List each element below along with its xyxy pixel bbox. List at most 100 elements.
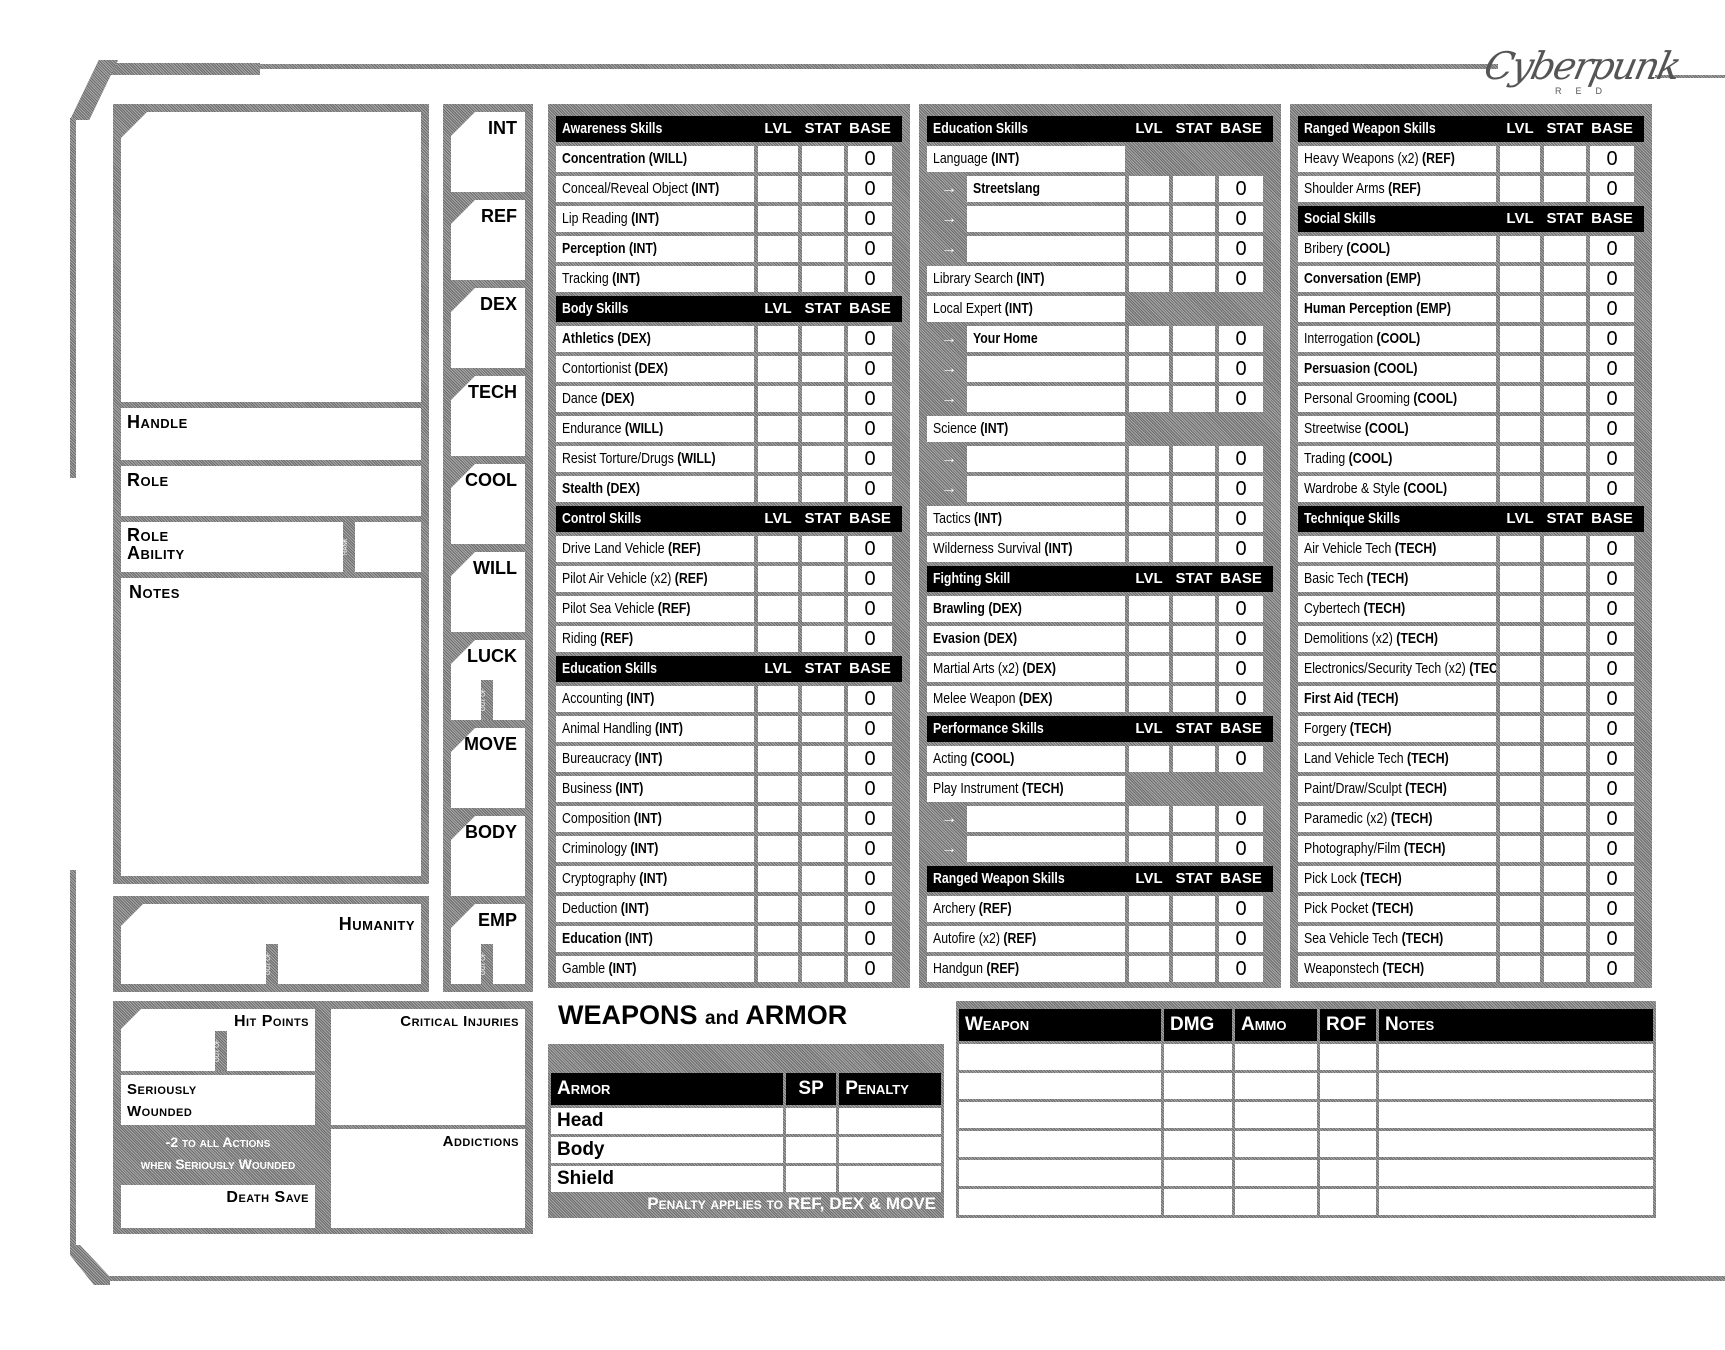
skill-lvl-input[interactable] — [758, 926, 798, 952]
skill-stat-input[interactable] — [1544, 806, 1586, 832]
weapon-notes-input[interactable] — [1379, 1160, 1653, 1186]
skill-stat-input[interactable] — [802, 386, 844, 412]
weapon-ammo-input[interactable] — [1235, 1073, 1317, 1099]
skill-stat-input[interactable] — [1544, 236, 1586, 262]
weapon-rof-input[interactable] — [1320, 1044, 1376, 1070]
stat-box-ref[interactable]: REF — [451, 200, 525, 280]
skill-stat-input[interactable] — [1173, 266, 1215, 292]
weapon-name-input[interactable] — [959, 1189, 1161, 1215]
skill-lvl-input[interactable] — [1500, 566, 1540, 592]
skill-stat-input[interactable] — [802, 866, 844, 892]
weapon-notes-input[interactable] — [1379, 1189, 1653, 1215]
skill-stat-input[interactable] — [1173, 836, 1215, 862]
skill-stat-input[interactable] — [802, 956, 844, 982]
skill-lvl-input[interactable] — [758, 836, 798, 862]
skill-lvl-input[interactable] — [1500, 836, 1540, 862]
skill-lvl-input[interactable] — [1129, 326, 1169, 352]
skill-lvl-input[interactable] — [1129, 626, 1169, 652]
skill-lvl-input[interactable] — [1500, 296, 1540, 322]
specialty-name-input[interactable]: Your Home — [967, 326, 1125, 352]
skill-stat-input[interactable] — [802, 626, 844, 652]
skill-stat-input[interactable] — [1544, 656, 1586, 682]
stat-box-will[interactable]: WILL — [451, 552, 525, 632]
skill-stat-input[interactable] — [802, 176, 844, 202]
specialty-name-input[interactable] — [967, 806, 1125, 832]
seriously-wounded-field[interactable]: Seriously Wounded — [121, 1075, 315, 1125]
skill-lvl-input[interactable] — [1129, 536, 1169, 562]
skill-stat-input[interactable] — [802, 776, 844, 802]
weapon-rof-input[interactable] — [1320, 1073, 1376, 1099]
armor-penalty-input[interactable] — [839, 1137, 941, 1163]
weapon-rof-input[interactable] — [1320, 1102, 1376, 1128]
skill-lvl-input[interactable] — [758, 956, 798, 982]
skill-stat-input[interactable] — [1173, 326, 1215, 352]
armor-sp-input[interactable] — [786, 1166, 837, 1192]
skill-lvl-input[interactable] — [1500, 536, 1540, 562]
skill-stat-input[interactable] — [1173, 236, 1215, 262]
skill-stat-input[interactable] — [802, 836, 844, 862]
skill-stat-input[interactable] — [802, 746, 844, 772]
skill-stat-input[interactable] — [1544, 326, 1586, 352]
portrait-area[interactable] — [121, 112, 421, 402]
skill-lvl-input[interactable] — [1129, 806, 1169, 832]
handle-field[interactable]: Handle — [121, 408, 421, 460]
weapon-notes-input[interactable] — [1379, 1073, 1653, 1099]
skill-lvl-input[interactable] — [1129, 206, 1169, 232]
skill-lvl-input[interactable] — [1500, 476, 1540, 502]
specialty-name-input[interactable]: Streetslang — [967, 176, 1125, 202]
skill-lvl-input[interactable] — [1129, 446, 1169, 472]
stat-box-move[interactable]: MOVE — [451, 728, 525, 808]
weapon-dmg-input[interactable] — [1164, 1131, 1232, 1157]
skill-stat-input[interactable] — [1544, 536, 1586, 562]
skill-stat-input[interactable] — [802, 806, 844, 832]
skill-lvl-input[interactable] — [1500, 956, 1540, 982]
weapon-name-input[interactable] — [959, 1044, 1161, 1070]
skill-lvl-input[interactable] — [1129, 656, 1169, 682]
skill-stat-input[interactable] — [1544, 956, 1586, 982]
stat-box-tech[interactable]: TECH — [451, 376, 525, 456]
weapon-rof-input[interactable] — [1320, 1131, 1376, 1157]
skill-lvl-input[interactable] — [1129, 236, 1169, 262]
skill-stat-input[interactable] — [802, 566, 844, 592]
skill-stat-input[interactable] — [1544, 386, 1586, 412]
weapon-name-input[interactable] — [959, 1131, 1161, 1157]
skill-lvl-input[interactable] — [758, 566, 798, 592]
skill-lvl-input[interactable] — [1500, 146, 1540, 172]
skill-lvl-input[interactable] — [1129, 356, 1169, 382]
weapon-name-input[interactable] — [959, 1102, 1161, 1128]
skill-lvl-input[interactable] — [758, 536, 798, 562]
weapon-ammo-input[interactable] — [1235, 1189, 1317, 1215]
skill-lvl-input[interactable] — [758, 716, 798, 742]
skill-stat-input[interactable] — [1173, 536, 1215, 562]
skill-lvl-input[interactable] — [1500, 236, 1540, 262]
skill-stat-input[interactable] — [1173, 686, 1215, 712]
death-save-field[interactable]: Death Save — [121, 1185, 315, 1228]
skill-stat-input[interactable] — [802, 416, 844, 442]
skill-stat-input[interactable] — [802, 926, 844, 952]
skill-stat-input[interactable] — [1173, 446, 1215, 472]
skill-stat-input[interactable] — [1544, 296, 1586, 322]
skill-lvl-input[interactable] — [1500, 866, 1540, 892]
skill-lvl-input[interactable] — [758, 626, 798, 652]
skill-lvl-input[interactable] — [1500, 176, 1540, 202]
weapon-name-input[interactable] — [959, 1160, 1161, 1186]
skill-lvl-input[interactable] — [758, 896, 798, 922]
skill-lvl-input[interactable] — [1129, 746, 1169, 772]
weapon-name-input[interactable] — [959, 1073, 1161, 1099]
skill-stat-input[interactable] — [1173, 656, 1215, 682]
skill-stat-input[interactable] — [1173, 926, 1215, 952]
weapon-dmg-input[interactable] — [1164, 1189, 1232, 1215]
weapon-ammo-input[interactable] — [1235, 1044, 1317, 1070]
skill-stat-input[interactable] — [802, 326, 844, 352]
skill-lvl-input[interactable] — [1500, 326, 1540, 352]
skill-stat-input[interactable] — [802, 596, 844, 622]
armor-sp-input[interactable] — [786, 1108, 837, 1134]
skill-stat-input[interactable] — [1173, 746, 1215, 772]
skill-lvl-input[interactable] — [758, 866, 798, 892]
skill-stat-input[interactable] — [1173, 806, 1215, 832]
skill-stat-input[interactable] — [1173, 596, 1215, 622]
armor-sp-input[interactable] — [786, 1137, 837, 1163]
skill-lvl-input[interactable] — [1500, 896, 1540, 922]
role-ability-field[interactable]: Role Ability RANK — [121, 522, 421, 572]
skill-stat-input[interactable] — [1544, 926, 1586, 952]
